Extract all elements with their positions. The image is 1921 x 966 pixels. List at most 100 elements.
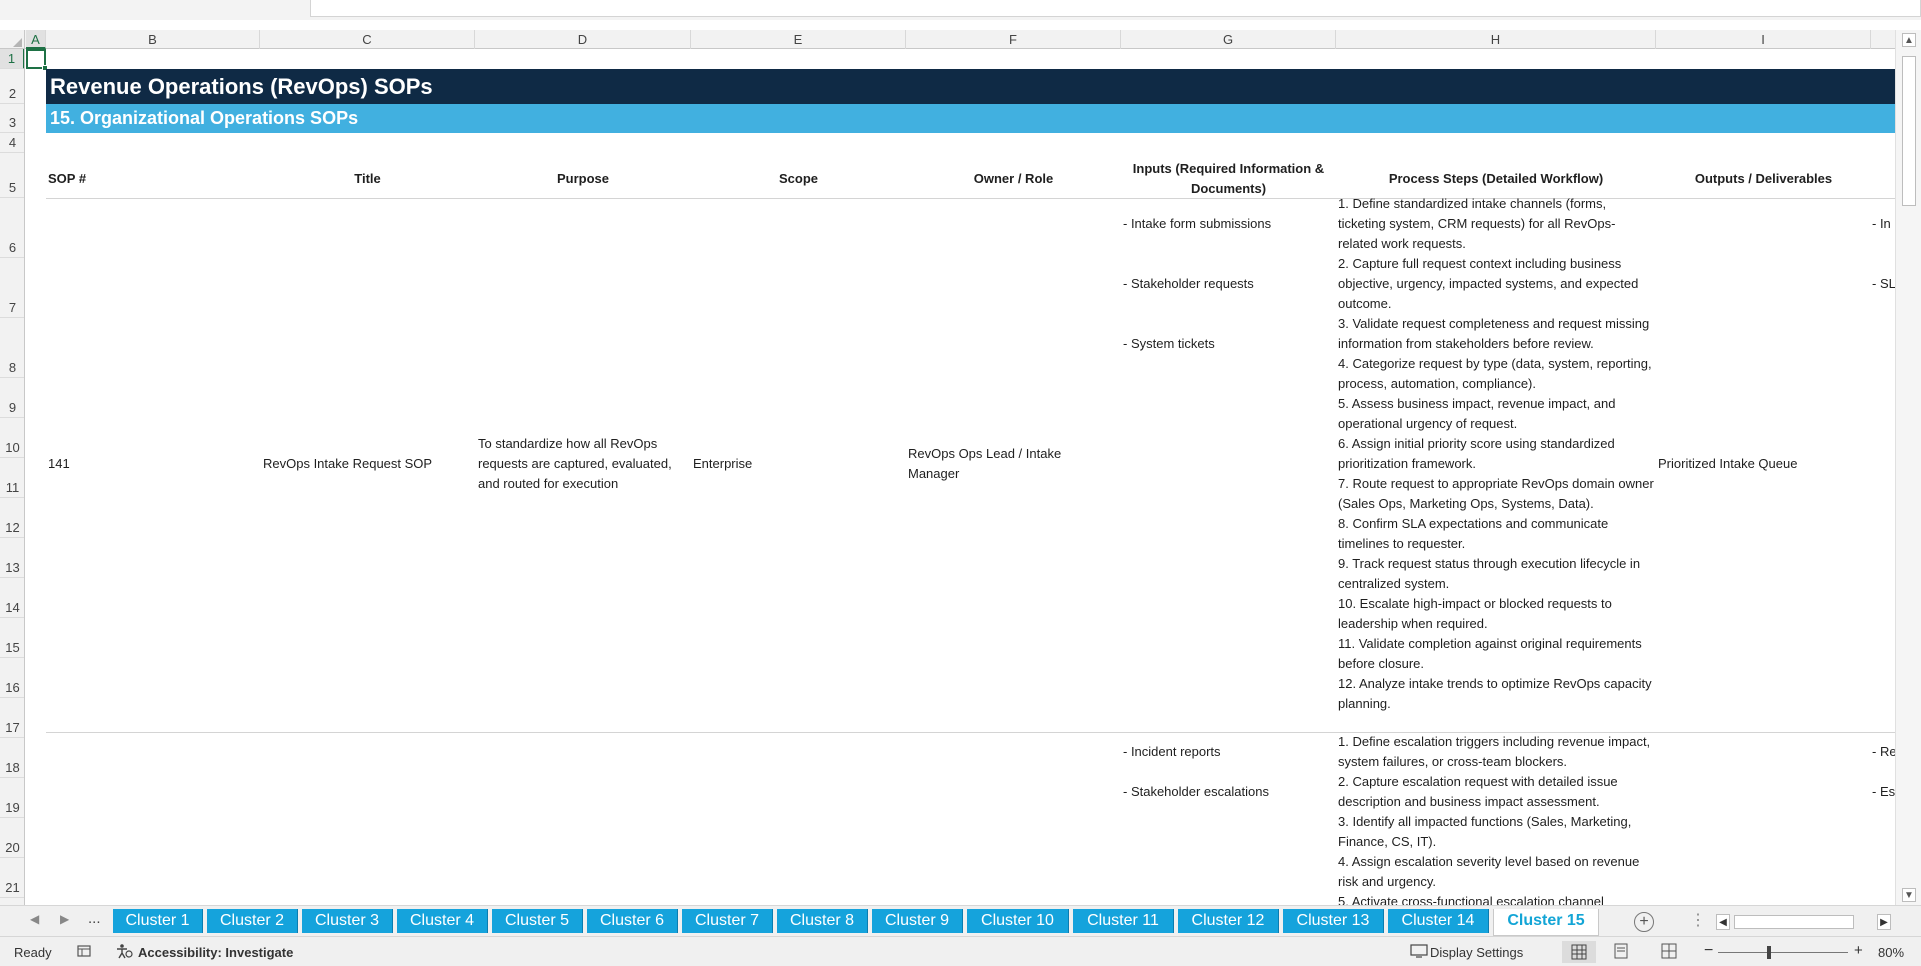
row-header[interactable]: 14 [0, 578, 24, 618]
header-owner-role[interactable]: Owner / Role [906, 159, 1121, 199]
row-header[interactable]: 13 [0, 538, 24, 578]
row-header[interactable]: 7 [0, 258, 24, 318]
tab-cluster-12[interactable]: Cluster 12 [1178, 909, 1279, 933]
zoom-level[interactable]: 80% [1878, 945, 1904, 960]
accessibility-status[interactable]: Accessibility: Investigate [138, 945, 293, 960]
header-process-steps[interactable]: Process Steps (Detailed Workflow) [1336, 159, 1656, 199]
row-header[interactable]: 6 [0, 198, 24, 258]
tab-cluster-6[interactable]: Cluster 6 [587, 909, 678, 933]
row-header[interactable]: 11 [0, 458, 24, 498]
header-inputs[interactable]: Inputs (Required Information & Documents… [1121, 159, 1336, 199]
row-header[interactable]: 3 [0, 104, 24, 133]
zoom-slider-knob[interactable] [1767, 946, 1771, 959]
scroll-down-arrow-icon[interactable]: ▼ [1902, 888, 1916, 902]
zoom-slider-track[interactable] [1718, 952, 1848, 953]
scroll-left-arrow-icon[interactable]: ◀ [1716, 914, 1730, 930]
row-header[interactable]: 9 [0, 378, 24, 418]
vertical-scroll-thumb[interactable] [1902, 56, 1916, 206]
column-header-c[interactable]: C [260, 30, 475, 49]
normal-view-icon[interactable] [1562, 941, 1596, 963]
column-header-g[interactable]: G [1121, 30, 1336, 49]
tab-cluster-9[interactable]: Cluster 9 [872, 909, 963, 933]
tab-cluster-15[interactable]: Cluster 15 [1493, 909, 1599, 936]
scroll-up-arrow-icon[interactable]: ▲ [1902, 33, 1916, 47]
column-header-d[interactable]: D [475, 30, 691, 49]
zoom-out-button[interactable]: − [1704, 942, 1713, 960]
cell-process-steps[interactable]: 1. Define standardized intake channels (… [1338, 194, 1654, 714]
column-header-e[interactable]: E [691, 30, 906, 49]
tab-cluster-3[interactable]: Cluster 3 [302, 909, 393, 933]
tab-cluster-10[interactable]: Cluster 10 [967, 909, 1069, 933]
row-header[interactable]: 18 [0, 738, 24, 778]
cell-input-item[interactable]: - System tickets [1123, 334, 1335, 354]
section-subtitle-banner[interactable]: 15. Organizational Operations SOPs [46, 104, 1895, 133]
sheet-title-banner[interactable]: Revenue Operations (RevOps) SOPs [46, 69, 1895, 104]
tab-cluster-1[interactable]: Cluster 1 [113, 909, 203, 933]
accessibility-icon[interactable] [115, 943, 133, 962]
cell-input-item[interactable]: - Stakeholder requests [1123, 274, 1335, 294]
cell-next-column-fragment[interactable]: - Es [1872, 782, 1895, 802]
page-break-view-icon[interactable] [1660, 943, 1678, 962]
row-header[interactable]: 10 [0, 418, 24, 458]
display-settings-label[interactable]: Display Settings [1430, 945, 1523, 960]
tab-cluster-2[interactable]: Cluster 2 [207, 909, 298, 933]
column-header-h[interactable]: H [1336, 30, 1656, 49]
row-header[interactable]: 16 [0, 658, 24, 698]
scroll-right-arrow-icon[interactable]: ▶ [1877, 914, 1891, 930]
cell-next-column-fragment[interactable]: - In [1872, 214, 1895, 234]
row-header[interactable]: 2 [0, 69, 24, 104]
vertical-scrollbar[interactable]: ▲ ▼ [1895, 30, 1921, 905]
tab-cluster-8[interactable]: Cluster 8 [777, 909, 868, 933]
tab-split-handle-icon[interactable]: ⋮ [1690, 910, 1706, 930]
formula-input[interactable] [310, 0, 1921, 17]
row-header[interactable]: 5 [0, 153, 24, 198]
add-sheet-icon[interactable]: + [1634, 912, 1654, 932]
row-header[interactable]: 15 [0, 618, 24, 658]
row-header[interactable]: 20 [0, 818, 24, 858]
cell-scope[interactable]: Enterprise [693, 454, 903, 474]
cell-input-item[interactable]: - Incident reports [1123, 742, 1335, 762]
column-header-b[interactable]: B [46, 30, 260, 49]
tab-cluster-4[interactable]: Cluster 4 [397, 909, 488, 933]
row-header[interactable]: 21 [0, 858, 24, 898]
cell-outputs[interactable]: Prioritized Intake Queue [1658, 454, 1870, 474]
header-purpose[interactable]: Purpose [475, 159, 691, 199]
header-scope[interactable]: Scope [691, 159, 906, 199]
cell-next-column-fragment[interactable]: - SL [1872, 274, 1895, 294]
cell-input-item[interactable]: - Intake form submissions [1123, 214, 1335, 234]
cell-sop-number[interactable]: 141 [48, 454, 258, 474]
select-all-button[interactable] [0, 30, 25, 49]
row-header[interactable]: 4 [0, 133, 24, 153]
worksheet-grid[interactable]: Revenue Operations (RevOps) SOPs 15. Org… [26, 49, 1895, 905]
more-tabs-icon[interactable]: ... [88, 910, 101, 927]
row-header[interactable]: 1 [0, 49, 24, 69]
cell-process-steps[interactable]: 1. Define escalation triggers including … [1338, 732, 1654, 905]
header-title[interactable]: Title [260, 159, 475, 199]
horizontal-scroll-thumb[interactable] [1734, 915, 1854, 929]
display-settings-icon[interactable] [1410, 943, 1428, 962]
column-header-i[interactable]: I [1656, 30, 1871, 49]
tab-cluster-14[interactable]: Cluster 14 [1388, 909, 1489, 933]
tab-cluster-13[interactable]: Cluster 13 [1283, 909, 1384, 933]
header-sop-number[interactable]: SOP # [46, 159, 260, 199]
tab-scroll-right-icon[interactable]: ▶ [60, 912, 69, 926]
tab-cluster-11[interactable]: Cluster 11 [1073, 909, 1174, 933]
page-layout-view-icon[interactable] [1612, 943, 1630, 962]
horizontal-scrollbar[interactable]: ◀ ▶ [1716, 914, 1891, 930]
cell-owner-role[interactable]: RevOps Ops Lead / Intake Manager [908, 444, 1073, 484]
zoom-in-button[interactable]: + [1854, 942, 1863, 959]
cell-input-item[interactable]: - Stakeholder escalations [1123, 782, 1335, 802]
cell-next-column-fragment[interactable]: - Re [1872, 742, 1895, 762]
cell-purpose[interactable]: To standardize how all RevOps requests a… [478, 434, 690, 494]
row-header[interactable]: 8 [0, 318, 24, 378]
row-header[interactable]: 17 [0, 698, 24, 738]
row-header[interactable]: 19 [0, 778, 24, 818]
cell-title[interactable]: RevOps Intake Request SOP [263, 454, 473, 474]
row-header[interactable]: 12 [0, 498, 24, 538]
macro-recording-icon[interactable] [76, 943, 92, 962]
column-header-f[interactable]: F [906, 30, 1121, 49]
column-header-a[interactable]: A [26, 30, 46, 49]
tab-cluster-7[interactable]: Cluster 7 [682, 909, 773, 933]
active-cell-a1[interactable] [26, 49, 48, 71]
header-outputs[interactable]: Outputs / Deliverables [1656, 159, 1871, 199]
